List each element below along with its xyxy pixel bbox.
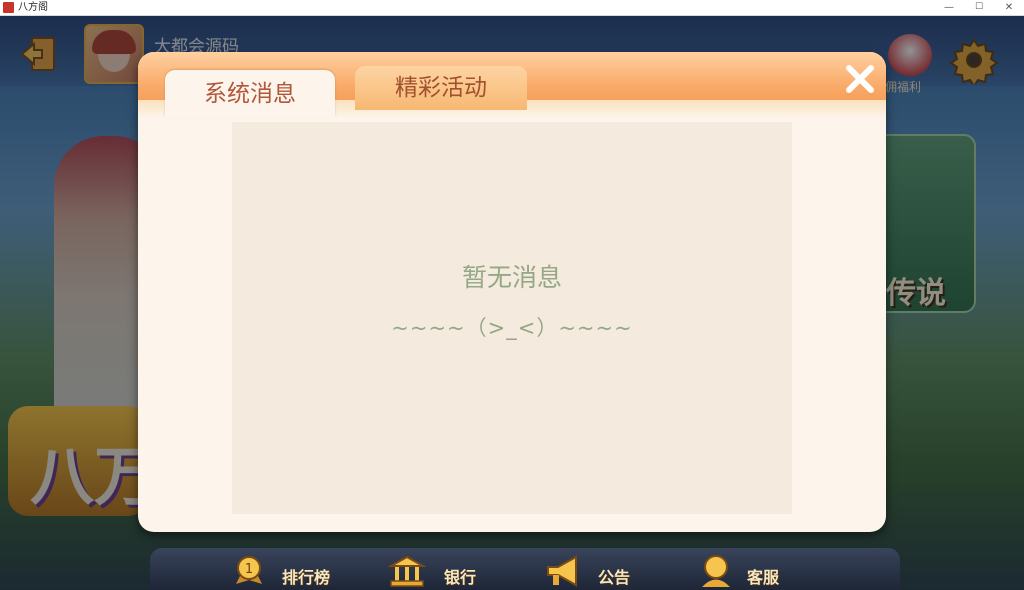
bottom-nav-support-label: 客服: [747, 568, 780, 587]
bottom-nav-bank-label: 银行: [444, 568, 477, 587]
minimize-button[interactable]: —: [934, 0, 964, 15]
bottom-nav-rank-label: 排行榜: [282, 568, 331, 587]
close-window-button[interactable]: ✕: [994, 0, 1024, 15]
bottom-nav-notice-label: 公告: [598, 568, 631, 587]
window-title: 八方阁: [18, 2, 48, 13]
tab-system-messages[interactable]: 系统消息: [165, 70, 335, 118]
bank-icon: [388, 555, 426, 587]
rank-badge-number: 1: [245, 562, 253, 577]
bottom-nav-notice[interactable]: 公告: [544, 554, 644, 588]
message-dialog: 系统消息 精彩活动 暂无消息 ~~~~（>_<）~~~~: [138, 52, 886, 532]
bottom-nav-rank[interactable]: 1 排行榜: [230, 554, 350, 588]
trophy-medal-icon: 1: [236, 556, 262, 584]
app-icon: [3, 2, 14, 13]
maximize-button[interactable]: ☐: [964, 0, 994, 15]
close-icon[interactable]: [840, 59, 880, 99]
tab-events[interactable]: 精彩活动: [355, 66, 527, 110]
empty-state-title: 暂无消息: [461, 263, 562, 292]
bottom-nav-bank[interactable]: 银行: [388, 554, 488, 588]
customer-service-icon: [702, 555, 730, 587]
empty-state-emoticon: ~~~~（>_<）~~~~: [391, 316, 633, 340]
message-list-panel: 暂无消息 ~~~~（>_<）~~~~: [232, 122, 792, 514]
window-titlebar: 八方阁 — ☐ ✕: [0, 0, 1024, 16]
bottom-nav-support[interactable]: 客服: [697, 554, 797, 588]
megaphone-icon: [547, 555, 577, 587]
